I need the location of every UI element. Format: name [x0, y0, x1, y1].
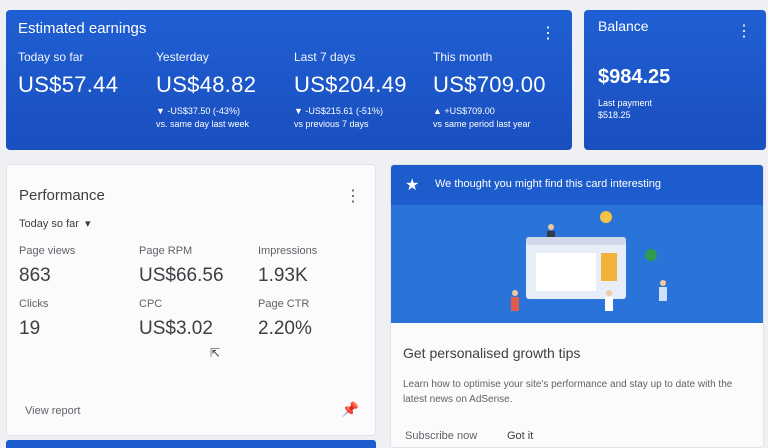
tip-card: ★ We thought you might find this card in… [390, 164, 764, 448]
metric-value: 863 [19, 265, 51, 286]
metric-page-rpm: Page RPM US$66.56 [139, 245, 224, 287]
performance-card: Performance ⋮ Today so far ▾ Page views … [6, 164, 376, 436]
metric-value: US$66.56 [139, 265, 224, 286]
metric-label: This month [433, 50, 493, 64]
earnings-yesterday: Yesterday US$48.82 ▼ -US$37.50 (-43%) vs… [156, 50, 256, 129]
metric-value: 1.93K [258, 265, 308, 286]
got-it-button[interactable]: Got it [507, 430, 533, 442]
subscribe-now-button[interactable]: Subscribe now [405, 430, 477, 442]
metric-value: US$57.44 [18, 72, 119, 97]
growth-illustration [511, 211, 667, 311]
metric-delta: ▲ +US$709.00 [433, 106, 495, 116]
tip-header-text: We thought you might find this card inte… [435, 178, 662, 190]
metric-clicks: Clicks 19 [19, 298, 48, 340]
pin-icon[interactable]: 📌 [342, 401, 359, 418]
balance-value: $984.25 [598, 66, 671, 88]
metric-delta: ▼ -US$37.50 (-43%) [156, 106, 240, 116]
person-body-shape [547, 231, 555, 237]
balance-title: Balance [598, 18, 649, 34]
performance-more-vert-icon[interactable]: ⋮ [343, 187, 363, 207]
balance-card: Balance ⋮ $984.25 Last payment $518.25 [584, 10, 766, 150]
metric-value: US$204.49 [294, 72, 407, 97]
date-range-dropdown[interactable]: Today so far ▾ [19, 217, 91, 230]
earnings-more-vert-icon[interactable]: ⋮ [538, 24, 558, 44]
last-payment-value: $518.25 [598, 110, 631, 120]
person-head-shape [660, 280, 666, 286]
view-report-link[interactable]: View report [25, 405, 80, 417]
metric-label: Clicks [19, 298, 49, 310]
estimated-earnings-card: Estimated earnings ⋮ Today so far US$57.… [6, 10, 572, 150]
metric-label: Yesterday [156, 50, 209, 64]
plant-icon [645, 249, 657, 261]
metric-impressions: Impressions 1.93K [258, 245, 317, 287]
last-payment-label: Last payment [598, 98, 653, 108]
sidebar-block-shape [601, 253, 617, 281]
tip-title: Get personalised growth tips [403, 345, 581, 361]
mouse-cursor-icon: ⇱ [210, 346, 221, 360]
person-body-shape [605, 297, 613, 311]
metric-comparison: vs. same day last week [156, 119, 250, 129]
tip-illustration [391, 205, 763, 323]
next-card-edge [6, 440, 376, 448]
person-body-shape [511, 297, 519, 311]
date-range-label: Today so far [19, 218, 79, 230]
metric-label: Page views [19, 245, 76, 257]
browser-content-shape [536, 253, 596, 291]
metric-cpc: CPC US$3.02 [139, 298, 213, 340]
metric-label: Today so far [18, 50, 84, 64]
person-head-shape [606, 290, 612, 296]
metric-label: Page CTR [258, 298, 310, 310]
metric-value: US$3.02 [139, 318, 213, 339]
performance-title: Performance [19, 187, 105, 204]
metric-page-views: Page views 863 [19, 245, 75, 287]
person-body-shape [659, 287, 667, 301]
balance-more-vert-icon[interactable]: ⋮ [734, 22, 754, 42]
metric-comparison: vs same period last year [433, 119, 531, 129]
metric-value: US$48.82 [156, 72, 257, 97]
metric-value: 19 [19, 318, 41, 339]
metric-page-ctr: Page CTR 2.20% [258, 298, 312, 340]
metric-delta: ▼ -US$215.61 (-51%) [294, 106, 383, 116]
lightbulb-icon [600, 211, 612, 223]
triangle-down-icon: ▾ [81, 218, 91, 230]
metric-value: US$709.00 [433, 72, 546, 97]
estimated-earnings-title: Estimated earnings [18, 20, 147, 37]
metric-value: 2.20% [258, 318, 312, 339]
person-head-shape [512, 290, 518, 296]
tip-body: Learn how to optimise your site's perfor… [403, 379, 733, 405]
metric-label: Impressions [258, 245, 318, 257]
person-head-shape [548, 224, 554, 230]
tip-header: ★ We thought you might find this card in… [391, 165, 763, 205]
metric-label: Page RPM [139, 245, 193, 257]
earnings-today: Today so far US$57.44 [18, 50, 118, 98]
metric-label: CPC [139, 298, 163, 310]
star-icon: ★ [405, 177, 420, 194]
earnings-this-month: This month US$709.00 ▲ +US$709.00 vs sam… [433, 50, 546, 129]
metric-comparison: vs previous 7 days [294, 119, 369, 129]
browser-titlebar-shape [526, 237, 626, 245]
earnings-last-7-days: Last 7 days US$204.49 ▼ -US$215.61 (-51%… [294, 50, 407, 129]
metric-label: Last 7 days [294, 50, 356, 64]
